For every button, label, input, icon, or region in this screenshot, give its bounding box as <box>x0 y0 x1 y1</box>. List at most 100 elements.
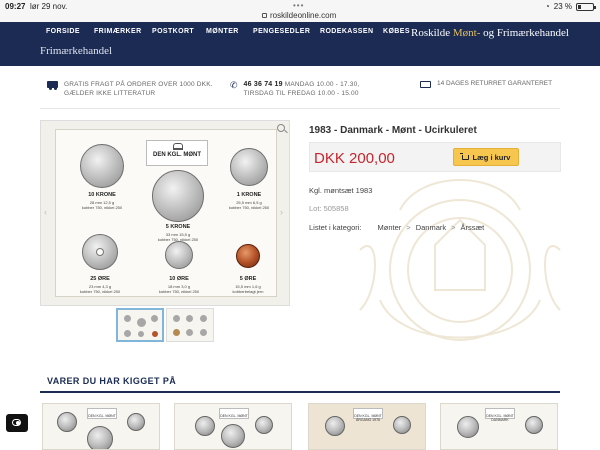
brand-logo-text[interactable]: Roskilde Mønt- og Frimærkehandel <box>411 27 569 39</box>
product-main-image[interactable]: DEN KGL. MØNT 10 KRONE 28 mm 12,5 g kobbe… <box>40 120 290 306</box>
recently-viewed-heading: VARER DU HAR KIGGET PÅ <box>47 376 177 386</box>
coin-25-ore <box>82 234 118 270</box>
card-coin <box>57 412 77 432</box>
divider <box>40 108 560 109</box>
coin-label: 10 KRONE <box>88 192 116 198</box>
multitask-dots[interactable]: ••• <box>293 1 304 10</box>
shipping-text: GRATIS FRAGT PÅ ORDRER OVER 1000 DKK. GÆ… <box>64 81 213 97</box>
thumb-coin <box>151 315 158 322</box>
lot-number: Lot: 505858 <box>309 204 349 213</box>
card-coin <box>221 424 245 448</box>
price-box: DKK 200,00 Læg i kurv <box>309 142 561 172</box>
coin-5-ore <box>236 244 260 268</box>
nav-item-kobes[interactable]: KØBES <box>383 28 410 35</box>
product-price: DKK 200,00 <box>314 150 395 167</box>
shipping-info: GRATIS FRAGT PÅ ORDRER OVER 1000 DKK. GÆ… <box>47 80 214 98</box>
phone-text: 46 36 74 19 MANDAG 10.00 - 17.30, TIRSDAG… <box>244 80 360 98</box>
card-tag: DEN KGL. MØNT <box>219 408 249 419</box>
coin-hole <box>96 248 104 256</box>
ios-status-bar: 09:27 lør 29 nov. ••• roskildeonline.com… <box>0 0 600 22</box>
recently-viewed-card[interactable]: DEN KGL. MØNT <box>174 403 292 450</box>
category-link-arssaet[interactable]: Årssæt <box>461 223 485 232</box>
returns-text: 14 DAGES RETURRET GARANTERET <box>437 80 553 87</box>
brand-suffix: og Frimærkehandel <box>480 27 569 39</box>
recently-viewed-card[interactable]: DEN KGL. MØNT ÅRGANG 1976 <box>308 403 426 450</box>
add-to-cart-button[interactable]: Læg i kurv <box>453 148 519 166</box>
product-title: 1983 - Danmark - Mønt - Ucirkuleret <box>309 125 477 136</box>
card-coin <box>87 426 113 449</box>
lock-icon <box>262 13 267 18</box>
money-icon <box>420 81 431 88</box>
coin-label: 10 ØRE <box>169 276 189 282</box>
phone-hours-1: MANDAG 10.00 - 17.30, <box>282 81 360 88</box>
thumbnail-1[interactable] <box>116 308 164 342</box>
date: lør 29 nov. <box>30 2 68 11</box>
gallery-prev-arrow[interactable]: ‹ <box>44 207 47 217</box>
category-link-monter[interactable]: Mønter <box>378 223 402 232</box>
coin-5-krone <box>152 170 204 222</box>
thumbnail-2[interactable] <box>166 308 214 342</box>
coin-label: 5 KRONE <box>165 224 191 230</box>
nav-item-pengesedler[interactable]: PENGESEDLER <box>253 28 310 35</box>
brand-prefix: Roskilde <box>411 27 453 39</box>
accessibility-toggle[interactable] <box>6 414 28 432</box>
category-label: Listet i kategori: <box>309 223 362 232</box>
breadcrumb-separator: > <box>406 223 411 232</box>
coin-spec: 28 mm 12,5 g kobber 750, nikkel 250 <box>77 200 127 210</box>
card-coin <box>525 416 543 434</box>
coin-label: 25 ØRE <box>90 276 110 282</box>
nav-item-rodekassen[interactable]: RODEKASSEN <box>320 28 373 35</box>
thumb-coin <box>200 315 207 322</box>
card-coin <box>127 413 145 431</box>
sub-brand-text: Frimærkehandel <box>40 45 113 57</box>
nav-item-frimaerker[interactable]: FRIMÆRKER <box>94 28 142 35</box>
recently-viewed-card[interactable]: DEN KGL. MØNT DANMARK <box>440 403 558 450</box>
thumb-coin <box>124 330 131 337</box>
coin-card-title: DEN KGL. MØNT <box>146 140 208 166</box>
main-navigation: FORSIDE FRIMÆRKER POSTKORT MØNTER PENGES… <box>0 22 600 44</box>
address-bar[interactable]: roskildeonline.com <box>262 11 336 20</box>
recently-viewed-section: VARER DU HAR KIGGET PÅ DEN KGL. MØNT DEN… <box>40 372 560 450</box>
card-coin <box>457 416 479 438</box>
phone-icon: ✆ <box>230 80 238 90</box>
toggle-icon <box>12 419 21 426</box>
thumb-coin <box>138 331 144 337</box>
crest-watermark <box>359 179 561 341</box>
battery-icon <box>576 2 596 11</box>
category-link-danmark[interactable]: Danmark <box>416 223 446 232</box>
coin-spec: 23 mm 4,3 g kobber 750, nikkel 250 <box>75 284 125 294</box>
add-to-cart-label: Læg i kurv <box>472 152 511 162</box>
heading-underline <box>40 391 560 393</box>
phone-number[interactable]: 46 36 74 19 <box>244 81 283 88</box>
url-text: roskildeonline.com <box>270 11 337 20</box>
breadcrumb-separator: > <box>451 223 456 232</box>
coin-spec: 15,5 mm 1,6 g kobberbelagt jern <box>223 284 273 294</box>
coin-spec: 18 mm 3,0 g kobber 750, nikkel 250 <box>154 284 204 294</box>
info-bar: GRATIS FRAGT PÅ ORDRER OVER 1000 DKK. GÆ… <box>40 78 560 104</box>
phone-hours-2: TIRSDAG TIL FREDAG 10.00 - 15.00 <box>243 90 359 97</box>
clock: 09:27 <box>5 2 26 11</box>
recently-viewed-card[interactable]: DEN KGL. MØNT <box>42 403 160 450</box>
battery-percentage: 23 % <box>553 2 572 11</box>
coin-card-title-text: DEN KGL. MØNT <box>153 152 201 158</box>
nav-item-postkort[interactable]: POSTKORT <box>152 28 194 35</box>
card-coin <box>325 416 345 436</box>
coin-spec-line: kobber 750, nikkel 250 <box>158 289 200 294</box>
coin-spec-line: kobber 750, nikkel 250 <box>81 205 123 210</box>
coin-10-krone <box>80 144 124 188</box>
header-band: Frimærkehandel <box>0 44 600 66</box>
product-description: Kgl. møntsæt 1983 <box>309 186 373 195</box>
thumb-coin <box>152 331 158 337</box>
cart-icon <box>459 152 469 160</box>
battery-level <box>578 4 581 9</box>
gallery-next-arrow[interactable]: › <box>280 207 283 217</box>
coin-10-ore <box>165 241 193 269</box>
wifi-icon: ◔ <box>544 2 550 11</box>
nav-item-monter[interactable]: MØNTER <box>206 28 239 35</box>
zoom-icon[interactable] <box>277 124 285 132</box>
thumb-coin <box>173 315 180 322</box>
coin-label: 5 ØRE <box>239 276 257 282</box>
thumb-coin <box>186 329 193 336</box>
nav-item-forside[interactable]: FORSIDE <box>46 28 80 35</box>
